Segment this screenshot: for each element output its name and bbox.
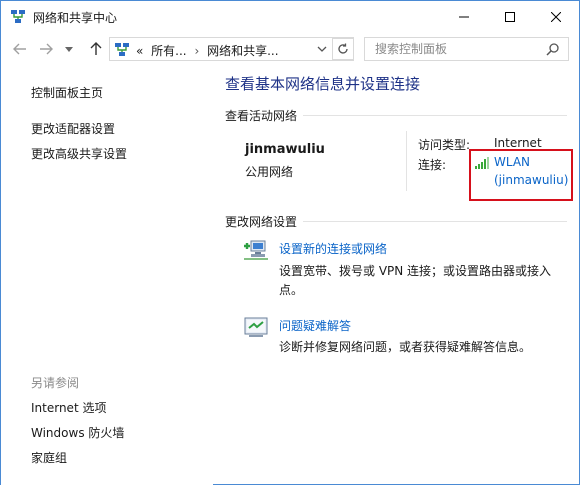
network-sharing-center-window: 网络和共享中心 « 所有... › 网络和共享... 搜索控制面板 控制面板主页…: [0, 0, 580, 485]
up-button[interactable]: [87, 41, 105, 57]
wlan-connection-link[interactable]: WLAN: [494, 155, 530, 169]
wifi-signal-icon: [475, 157, 489, 169]
connections-label: 连接:: [418, 158, 447, 172]
network-type-link[interactable]: 公用网络: [245, 163, 293, 180]
recent-locations-button[interactable]: [63, 41, 75, 57]
arrow-left-icon: [13, 43, 26, 55]
breadcrumb: « 所有... › 网络和共享...: [136, 42, 279, 59]
arrow-up-icon: [90, 42, 102, 55]
window-title: 网络和共享中心: [33, 11, 118, 25]
maximize-button[interactable]: [487, 1, 533, 32]
see-also-heading: 另请参阅: [31, 376, 80, 390]
vertical-divider: [406, 131, 407, 191]
wlan-ssid-link[interactable]: (jinmawuliu): [494, 173, 568, 187]
back-button[interactable]: [11, 41, 29, 57]
chevron-down-icon: [317, 46, 327, 52]
active-networks-label: 查看活动网络: [225, 109, 298, 123]
network-app-icon: [11, 10, 25, 23]
search-icon[interactable]: [546, 42, 560, 56]
change-adapter-settings-link[interactable]: 更改适配器设置: [31, 120, 115, 137]
access-type-value: Internet: [494, 136, 542, 150]
page-title: 查看基本网络信息并设置连接: [225, 75, 421, 93]
internet-options-link[interactable]: Internet 选项: [31, 399, 106, 416]
breadcrumb-separator[interactable]: ›: [194, 44, 199, 58]
maximize-icon: [505, 11, 515, 22]
control-panel-home-link[interactable]: 控制面板主页: [31, 84, 103, 101]
windows-firewall-link[interactable]: Windows 防火墙: [31, 424, 124, 441]
troubleshoot-icon: [244, 317, 268, 337]
chevron-down-icon: [65, 46, 73, 52]
search-input[interactable]: [365, 38, 545, 60]
search-box[interactable]: [364, 37, 569, 61]
breadcrumb-overflow[interactable]: «: [136, 44, 143, 58]
network-name: jinmawuliu: [245, 142, 325, 157]
arrow-right-icon: [40, 43, 53, 55]
access-type-label: 访问类型:: [418, 138, 471, 152]
title-bar[interactable]: 网络和共享中心: [1, 1, 579, 32]
breadcrumb-all-items[interactable]: 所有...: [151, 44, 186, 58]
troubleshoot-description: 诊断并修复网络问题，或者获得疑难解答信息。: [279, 340, 532, 354]
setup-new-connection-link[interactable]: 设置新的连接或网络: [279, 240, 387, 257]
left-navigation-pane: 控制面板主页 更改适配器设置 更改高级共享设置 另请参阅 Internet 选项…: [1, 66, 213, 485]
forward-button[interactable]: [37, 41, 55, 57]
close-icon: [551, 11, 561, 22]
change-advanced-sharing-link[interactable]: 更改高级共享设置: [31, 145, 127, 162]
setup-new-connection-description: 设置宽带、拨号或 VPN 连接；或设置路由器或接入点。: [279, 264, 552, 297]
control-panel-icon: [115, 43, 129, 56]
homegroup-link[interactable]: 家庭组: [31, 449, 67, 466]
section-divider: [303, 115, 567, 116]
change-network-settings-label: 更改网络设置: [225, 215, 298, 229]
address-dropdown-button[interactable]: [317, 41, 327, 60]
minimize-button[interactable]: [441, 1, 487, 32]
main-content: 查看基本网络信息并设置连接 查看活动网络 jinmawuliu 公用网络 访问类…: [213, 66, 579, 485]
new-connection-icon: [244, 240, 268, 260]
refresh-button[interactable]: [332, 38, 354, 60]
address-bar[interactable]: « 所有... › 网络和共享...: [109, 37, 354, 61]
close-button[interactable]: [533, 1, 579, 32]
breadcrumb-network-sharing[interactable]: 网络和共享...: [207, 44, 278, 58]
refresh-icon: [338, 43, 348, 54]
section-divider: [303, 221, 567, 222]
minimize-icon: [459, 16, 469, 17]
troubleshoot-problems-link[interactable]: 问题疑难解答: [279, 317, 351, 334]
navigation-bar: « 所有... › 网络和共享...: [1, 32, 579, 66]
